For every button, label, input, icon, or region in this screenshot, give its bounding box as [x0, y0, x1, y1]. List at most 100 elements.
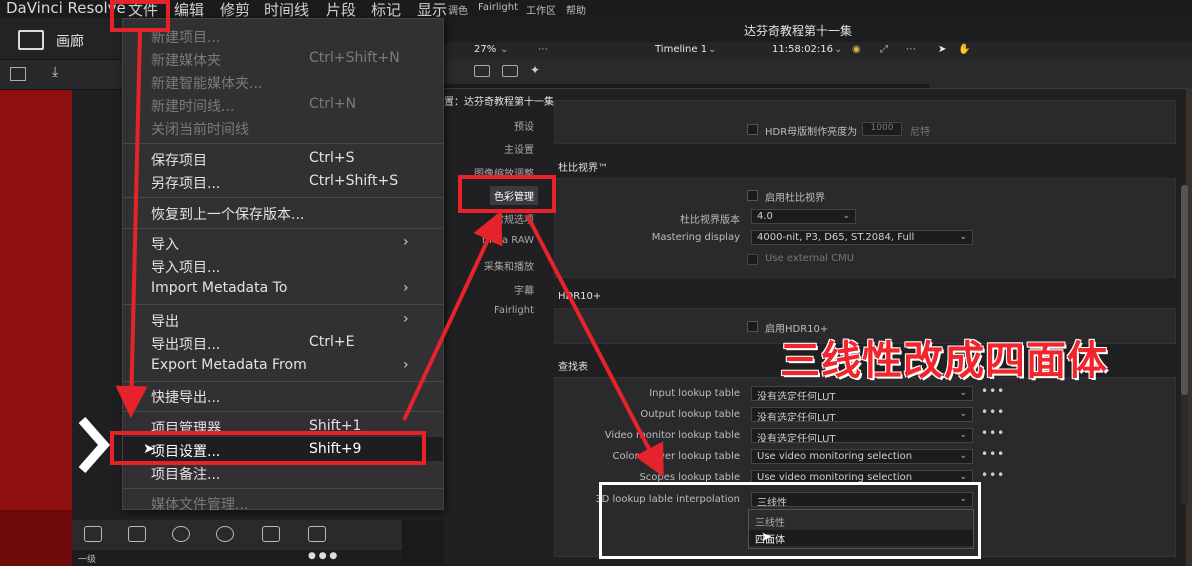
menu-separator: [123, 304, 443, 305]
menu-item-media-management[interactable]: 媒体文件管理...: [151, 494, 248, 514]
menu-workspace[interactable]: 工作区: [526, 2, 556, 17]
hdr10-enable-checkbox[interactable]: [747, 321, 758, 332]
color-match-icon[interactable]: [128, 526, 146, 542]
scopes-lut-more-icon[interactable]: •••: [981, 468, 1005, 482]
menu-item-save-as[interactable]: 另存项目...: [151, 173, 220, 193]
menu-view[interactable]: 显示: [417, 0, 447, 20]
nav-fairlight[interactable]: Fairlight: [444, 305, 534, 316]
timeline-select[interactable]: Timeline 1: [655, 44, 707, 55]
menu-item-new-timeline[interactable]: 新建时间线...: [151, 96, 234, 116]
menu-bar: DaVinci Resolve 文件 编辑 修剪 时间线 片段 标记 显示 调色…: [0, 0, 1192, 20]
menu-item-revert[interactable]: 恢复到上一个保存版本...: [151, 204, 304, 224]
gallery-label[interactable]: 画廊: [56, 31, 84, 51]
hdr-icon[interactable]: [216, 526, 234, 542]
menu-item-export[interactable]: 导出: [151, 311, 179, 331]
menu-separator: [123, 488, 443, 489]
external-cmu-label: Use external CMU: [765, 253, 855, 264]
menu-mark[interactable]: 标记: [371, 0, 401, 20]
page-dots[interactable]: ● ● ●: [308, 551, 337, 561]
dolby-panel: [554, 178, 1176, 278]
fullscreen-icon[interactable]: ⤢: [880, 44, 888, 55]
bottom-status-bar: 一级 ● ● ●: [72, 550, 402, 566]
menu-item-export-metadata[interactable]: Export Metadata From: [151, 357, 307, 373]
menu-item-new-smart-bin[interactable]: 新建智能媒体夹...: [151, 73, 262, 93]
color-viewer-lut-label: Color viewer lookup table: [612, 451, 740, 462]
dual-view-icon[interactable]: [502, 65, 518, 77]
output-lut-more-icon[interactable]: •••: [981, 405, 1005, 419]
menu-item-import[interactable]: 导入: [151, 234, 179, 254]
output-lut-label: Output lookup table: [640, 409, 740, 420]
nav-subtitles[interactable]: 字幕: [444, 282, 534, 297]
motion-effects-icon[interactable]: [262, 526, 280, 542]
color-viewer-lut-select[interactable]: Use video monitoring selection ⌄: [751, 449, 973, 464]
menu-item-project-notes[interactable]: 项目备注...: [151, 464, 220, 484]
input-lut-label: Input lookup table: [649, 388, 740, 399]
panel-toggle-icon[interactable]: [10, 67, 26, 81]
rgb-mixer-icon[interactable]: [308, 526, 326, 542]
more-icon[interactable]: ⋯: [538, 44, 548, 55]
nav-general-options[interactable]: 常规选项: [444, 211, 534, 226]
pointer-icon[interactable]: ➤: [938, 44, 946, 55]
chevron-down-icon: ⌄: [959, 232, 967, 242]
menu-clip[interactable]: 片段: [326, 0, 356, 20]
menu-item-export-project[interactable]: 导出项目...: [151, 334, 220, 354]
menu-edit[interactable]: 编辑: [174, 0, 204, 20]
video-monitor-lut-select[interactable]: 没有选定任何LUT ⌄: [751, 428, 973, 443]
menu-timeline[interactable]: 时间线: [264, 0, 309, 20]
color-viewer-lut-more-icon[interactable]: •••: [981, 447, 1005, 461]
timecode: 11:58:02:16: [772, 44, 834, 55]
chevron-down-icon: ⌄: [842, 211, 850, 221]
left-red-panel: [0, 90, 72, 566]
input-lut-select[interactable]: 没有选定任何LUT ⌄: [751, 386, 973, 401]
menu-item-close-timeline[interactable]: 关闭当前时间线: [151, 119, 249, 139]
more-options-icon[interactable]: ⋯: [906, 44, 916, 55]
hdr-master-label: HDR母版制作亮度为: [765, 127, 858, 138]
timeline-chevron-icon: ⌄: [708, 44, 717, 55]
menu-item-save-project[interactable]: 保存项目: [151, 150, 207, 170]
nav-master-settings[interactable]: 主设置: [444, 141, 534, 156]
import-icon[interactable]: ⤓: [52, 64, 68, 82]
dolby-enable-label: 启用杜比视界: [765, 193, 825, 204]
lut-section-title: 查找表: [558, 362, 588, 373]
menu-item-import-project[interactable]: 导入项目...: [151, 257, 220, 277]
nav-camera-raw[interactable]: mera RAW: [444, 235, 534, 246]
hdr-master-value[interactable]: 1000: [862, 122, 902, 136]
timecode-chevron-icon: ⌄: [834, 44, 843, 55]
output-lut-select[interactable]: 没有选定任何LUT ⌄: [751, 407, 973, 422]
nav-presets[interactable]: 预设: [444, 118, 534, 133]
camera-raw-icon[interactable]: [84, 526, 102, 542]
color-icon[interactable]: ◉: [852, 44, 861, 55]
magic-wand-icon[interactable]: ✦: [530, 63, 540, 77]
interpolation-highlight-box: [599, 482, 981, 559]
hdr10-section-title: HDR10+: [558, 291, 602, 302]
single-view-icon[interactable]: [474, 65, 490, 77]
menu-color[interactable]: 调色: [448, 2, 468, 17]
menu-fairlight[interactable]: Fairlight: [478, 2, 518, 13]
chevron-down-icon: ⌄: [959, 472, 967, 482]
menu-item-import-metadata[interactable]: Import Metadata To: [151, 280, 287, 296]
hdr-master-checkbox[interactable]: [747, 124, 758, 135]
nav-capture-playback[interactable]: 采集和播放: [444, 258, 534, 273]
hand-icon[interactable]: ✋: [958, 44, 970, 55]
menu-item-new-bin[interactable]: 新建媒体夹: [151, 50, 221, 70]
menu-help[interactable]: 帮助: [566, 2, 586, 17]
hdr-master-unit: 尼特: [910, 127, 930, 138]
video-monitor-lut-more-icon[interactable]: •••: [981, 426, 1005, 440]
menu-item-quick-export[interactable]: 快捷导出...: [151, 387, 220, 407]
menu-separator: [123, 381, 443, 382]
settings-scrollbar[interactable]: [1181, 185, 1188, 505]
mastering-display-select[interactable]: 4000-nit, P3, D65, ST.2084, Full ⌄: [751, 230, 973, 245]
primaries-icon[interactable]: [172, 526, 190, 542]
dolby-enable-checkbox[interactable]: [747, 190, 758, 201]
level-label: 一级: [78, 555, 97, 565]
menu-separator: [123, 411, 443, 412]
project-settings-highlight-box: [110, 431, 426, 465]
zoom-select[interactable]: 27%: [474, 44, 496, 55]
menu-separator: [123, 143, 443, 144]
dolby-version-select[interactable]: 4.0 ⌄: [751, 209, 856, 224]
input-lut-more-icon[interactable]: •••: [981, 384, 1005, 398]
gallery-icon[interactable]: [18, 30, 44, 50]
dialog-title: 置：达芬奇教程第十一集: [444, 97, 554, 108]
menu-trim[interactable]: 修剪: [220, 0, 250, 20]
external-cmu-checkbox[interactable]: [747, 254, 758, 265]
